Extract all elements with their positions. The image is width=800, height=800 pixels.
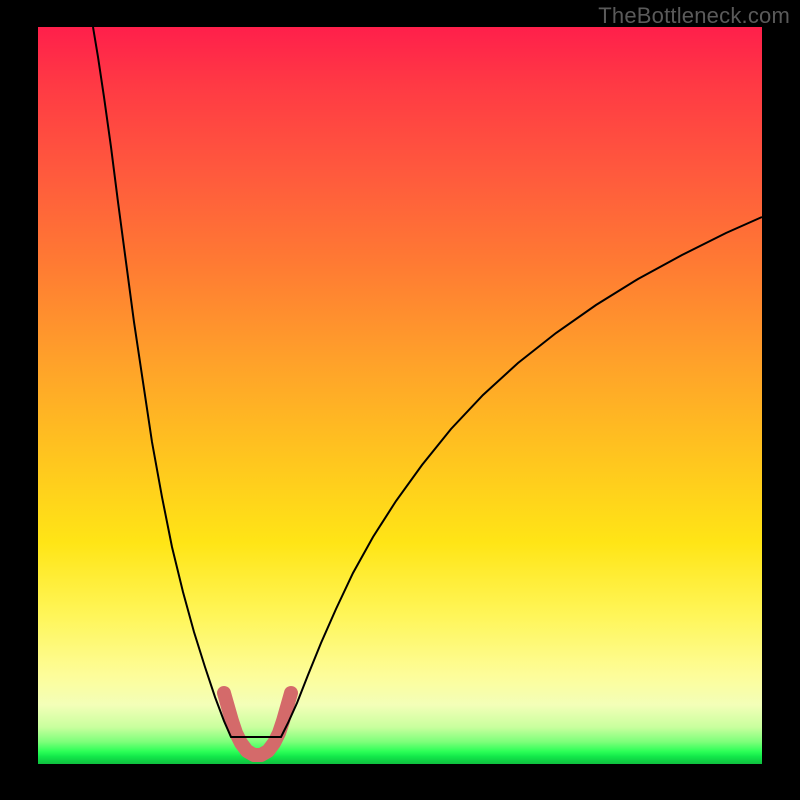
chart-frame: TheBottleneck.com <box>0 0 800 800</box>
curve-layer <box>38 27 762 764</box>
plot-area <box>38 27 762 764</box>
bottom-marker-curve <box>224 693 291 755</box>
main-curve <box>93 27 762 737</box>
watermark-text: TheBottleneck.com <box>598 3 790 29</box>
